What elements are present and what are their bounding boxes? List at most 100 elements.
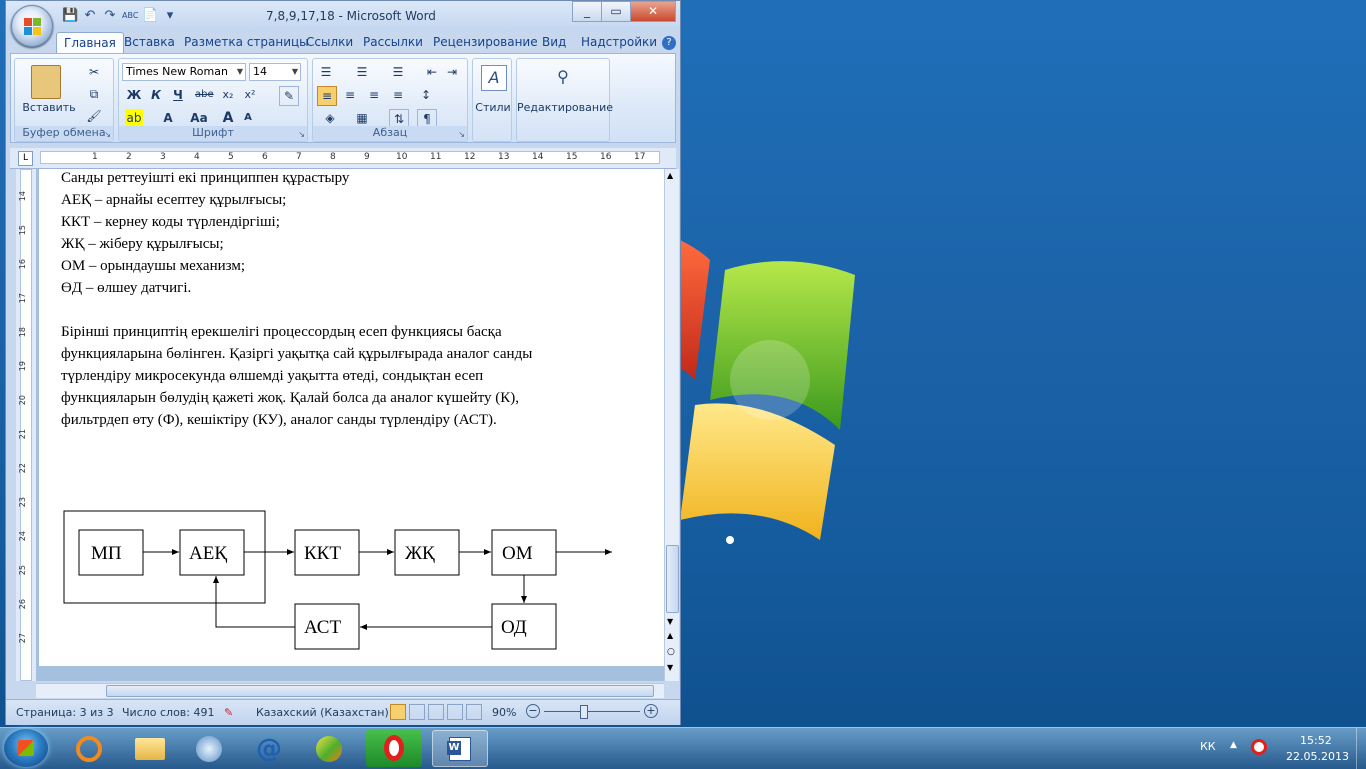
scroll-thumb[interactable]: [666, 545, 679, 613]
office-button[interactable]: [11, 5, 53, 47]
doc-line: ӨД – өлшеу датчигі.: [61, 280, 192, 296]
window-controls: _ ▭ ✕: [572, 1, 676, 22]
prev-page-icon[interactable]: ▲: [667, 631, 673, 640]
tab-addins[interactable]: Надстройки: [581, 35, 657, 49]
doc-line: ОМ – орындаушы механизм;: [61, 258, 246, 274]
dialog-launcher-icon[interactable]: ↘: [298, 130, 305, 139]
help-icon[interactable]: ?: [662, 36, 676, 50]
tab-review[interactable]: Рецензирование: [433, 35, 538, 49]
language[interactable]: Казахский (Казахстан): [256, 706, 389, 719]
copy-icon[interactable]: ⧉: [85, 85, 103, 103]
start-button[interactable]: [4, 729, 48, 767]
decrease-indent-icon[interactable]: ⇤: [423, 63, 441, 81]
clear-format-icon[interactable]: ✎: [279, 86, 299, 106]
format-painter-icon[interactable]: 🖌: [85, 107, 103, 125]
undo-icon[interactable]: ↶: [82, 8, 98, 24]
spelling-icon[interactable]: ABC: [122, 8, 138, 24]
tab-page-layout[interactable]: Разметка страницы: [184, 35, 309, 49]
taskbar-media-icon[interactable]: [182, 730, 238, 767]
line-spacing-icon[interactable]: ↕: [417, 86, 435, 104]
zoom-level[interactable]: 90%: [492, 706, 516, 719]
opera-tray-icon[interactable]: [1251, 739, 1267, 755]
outline-icon[interactable]: [447, 704, 463, 720]
block-diagram: МП АЕҚ ККТ ЖҚ ОМ ОД АСТ: [63, 510, 612, 650]
paste-button[interactable]: Вставить: [19, 101, 79, 114]
scroll-down-icon[interactable]: ▼: [667, 617, 673, 626]
increase-indent-icon[interactable]: ⇥: [443, 63, 461, 81]
taskbar-at-mail-icon[interactable]: @: [242, 730, 298, 767]
grow-font-button[interactable]: A: [219, 109, 237, 127]
next-page-icon[interactable]: ▼: [667, 663, 673, 672]
taskbar-explorer-icon[interactable]: [122, 730, 178, 767]
strikethrough-button[interactable]: abe: [195, 86, 214, 104]
borders-icon[interactable]: ▦: [353, 109, 371, 127]
hscroll-thumb[interactable]: [106, 685, 654, 697]
taskbar-word-icon[interactable]: W: [432, 730, 488, 767]
editing-group[interactable]: ⚲ Редактирование: [516, 58, 613, 142]
subscript-button[interactable]: x₂: [219, 86, 237, 104]
save-icon[interactable]: 💾: [62, 8, 78, 24]
taskbar-mail-icon[interactable]: [62, 730, 118, 767]
horizontal-ruler[interactable]: 1 2 3 4 5 6 7 8 9 10 11 12 13 14 15 16 1…: [40, 151, 660, 164]
zoom-out-icon[interactable]: −: [526, 704, 540, 718]
bullets-icon[interactable]: ☰: [317, 63, 335, 81]
zoom-in-icon[interactable]: +: [644, 704, 658, 718]
dialog-launcher-icon[interactable]: ↘: [458, 130, 465, 139]
tab-selector[interactable]: L: [18, 151, 33, 166]
underline-button[interactable]: Ч: [169, 86, 187, 104]
document-page[interactable]: Санды реттеуішті екі принциппен құрастыр…: [39, 169, 664, 666]
tab-mailings[interactable]: Рассылки: [363, 35, 423, 49]
word-count[interactable]: Число слов: 491: [122, 706, 215, 719]
tab-view[interactable]: Вид: [542, 35, 566, 49]
highlight-icon[interactable]: ab: [125, 109, 143, 127]
align-left-icon[interactable]: ≡: [317, 86, 337, 106]
bold-button[interactable]: Ж: [125, 86, 143, 104]
styles-group[interactable]: A Стили: [472, 58, 512, 142]
superscript-button[interactable]: x²: [241, 86, 259, 104]
minimize-button[interactable]: _: [572, 1, 602, 22]
horizontal-scrollbar[interactable]: [36, 683, 664, 698]
justify-icon[interactable]: ≡: [389, 86, 407, 104]
font-name-combo[interactable]: Times New Roman ▼: [122, 63, 246, 81]
language-indicator[interactable]: КК: [1200, 740, 1216, 753]
paste-icon[interactable]: [31, 65, 61, 99]
dialog-launcher-icon[interactable]: ↘: [104, 130, 111, 139]
ruler-mark: 4: [194, 152, 200, 162]
tab-home[interactable]: Главная: [56, 32, 124, 53]
maximize-button[interactable]: ▭: [601, 1, 631, 22]
taskbar-opera-icon[interactable]: [366, 730, 422, 767]
cut-icon[interactable]: ✂: [85, 63, 103, 81]
numbering-icon[interactable]: ☰: [353, 63, 371, 81]
redo-icon[interactable]: ↷: [102, 8, 118, 24]
italic-button[interactable]: К: [147, 86, 165, 104]
web-layout-icon[interactable]: [428, 704, 444, 720]
page-count[interactable]: Страница: 3 из 3: [16, 706, 114, 719]
proofing-icon[interactable]: ✎: [224, 706, 233, 719]
full-screen-icon[interactable]: [409, 704, 425, 720]
shading-icon[interactable]: ◈: [321, 109, 339, 127]
new-document-icon[interactable]: 📄: [142, 8, 158, 24]
browse-object-icon[interactable]: ○: [667, 647, 675, 657]
draft-icon[interactable]: [466, 704, 482, 720]
tab-references[interactable]: Ссылки: [306, 35, 353, 49]
align-center-icon[interactable]: ≡: [341, 86, 359, 104]
document-area[interactable]: Санды реттеуішті екі принциппен құрастыр…: [36, 169, 664, 681]
show-desktop-button[interactable]: [1356, 728, 1366, 769]
scroll-up-icon[interactable]: ▲: [667, 171, 673, 180]
zoom-slider[interactable]: [544, 711, 640, 712]
shrink-font-button[interactable]: A: [239, 109, 257, 127]
print-layout-icon[interactable]: [390, 704, 406, 720]
align-right-icon[interactable]: ≡: [365, 86, 383, 104]
customize-qat-icon[interactable]: ▾: [162, 8, 178, 24]
close-button[interactable]: ✕: [630, 1, 676, 22]
clock-date[interactable]: 22.05.2013: [1286, 750, 1349, 763]
font-size-combo[interactable]: 14 ▼: [249, 63, 301, 81]
change-case-button[interactable]: Aa: [187, 109, 211, 127]
tab-insert[interactable]: Вставка: [124, 35, 175, 49]
vertical-scrollbar[interactable]: ▲ ▼ ▲ ○ ▼: [664, 169, 679, 681]
taskbar-app-icon[interactable]: [302, 730, 358, 767]
zoom-slider-thumb[interactable]: [580, 705, 588, 719]
multilevel-list-icon[interactable]: ☰: [389, 63, 407, 81]
show-hidden-icons[interactable]: ▲: [1230, 740, 1237, 750]
clock-time[interactable]: 15:52: [1300, 734, 1332, 747]
